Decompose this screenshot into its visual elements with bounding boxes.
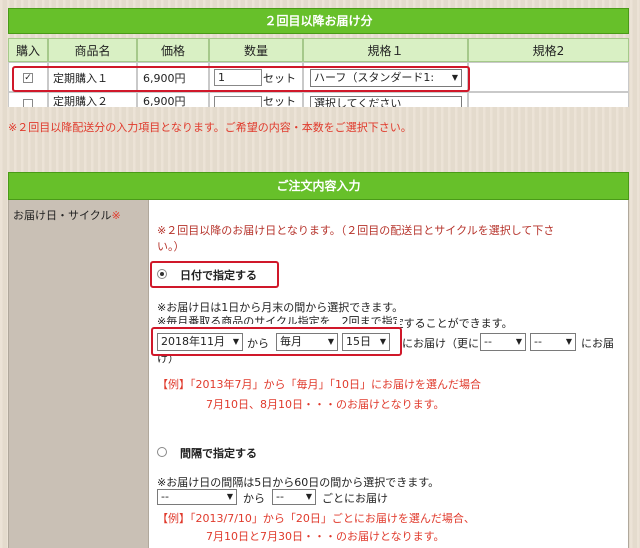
option-interval-label: 間隔で指定する (180, 447, 257, 460)
intro-line-1: ※２回目以降のお届け日となります。（２回目の配送日とサイクルを選択して下さ (157, 224, 555, 237)
chevron-down-icon: ▼ (515, 337, 522, 346)
product-price: 6,900円 (143, 95, 186, 107)
quantity-input-2[interactable] (214, 96, 262, 107)
date-note-2-tail: ※毎月番取る商品のサイクル指定を 2回まで指定することができます。 (400, 317, 513, 329)
col-header-purchase: 購入 (8, 38, 48, 62)
col-header-price: 価格 (137, 38, 209, 62)
spec1-select-2[interactable]: 選択してください (310, 96, 462, 107)
radio-interval[interactable] (157, 447, 167, 457)
extra-select-1[interactable]: -- ▼ (480, 333, 526, 351)
extra-select-2[interactable]: -- ▼ (530, 333, 576, 351)
chevron-down-icon: ▼ (565, 337, 572, 346)
col-header-product: 商品名 (48, 38, 137, 62)
date-note-2: ※毎月番取る商品のサイクル指定を 2回まで指定することができます。 (157, 315, 397, 324)
tail-text: にお届 (581, 337, 614, 350)
col-header-quantity: 数量 (209, 38, 303, 62)
quantity-unit: セット (263, 95, 296, 107)
delivery-cycle-label: お届け日・サイクル (13, 209, 112, 222)
intro-line-2: い。） (157, 240, 185, 253)
col-header-spec2: 規格2 (468, 38, 629, 62)
required-mark: ※ (111, 209, 121, 222)
interval-suffix: ごとにお届け (322, 492, 388, 505)
section-title-2nd-delivery: ２回目以降お届け分 (8, 8, 629, 34)
interval-example-2: 7月10日と7月30日・・・のお届けとなります。 (206, 530, 445, 543)
interval-days-select[interactable]: -- ▼ (272, 489, 316, 505)
wrap-text: け） (157, 355, 179, 364)
interval-start-select[interactable]: -- ▼ (157, 489, 237, 505)
interval-example-1: 【例】「2013/7/10」から「20日」ごとにお届けを選んだ場合、 (157, 512, 475, 525)
delivery-text: にお届け（更に (402, 337, 479, 350)
interval-note: ※お届け日の間隔は5日から60日の間から選択できます。 (157, 476, 440, 489)
purchase-checkbox-2[interactable] (23, 99, 33, 107)
highlight-frame-date-selects (151, 327, 402, 356)
highlight-frame-date-option (150, 261, 279, 288)
date-note-1: ※お届け日は1日から月末の間から選択できます。 (157, 301, 404, 314)
interval-from-text: から (243, 492, 265, 505)
date-example-1: 【例】「2013年7月」から「毎月」「10日」にお届けを選んだ場合 (157, 378, 481, 391)
date-example-2: 7月10日、8月10日・・・のお届けとなります。 (206, 398, 445, 411)
left-label-column: お届け日・サイクル※ (8, 200, 148, 548)
col-header-spec1: 規格１ (303, 38, 468, 62)
section1-note: ※２回目以降配送分の入力項目となります。ご希望の内容・本数をご選択下さい。 (8, 121, 412, 134)
product-name: 定期購入２ (53, 95, 108, 107)
section-title-order-input: ご注文内容入力 (8, 172, 629, 200)
chevron-down-icon: ▼ (305, 492, 312, 501)
highlight-frame-row1 (12, 66, 470, 92)
chevron-down-icon: ▼ (226, 492, 233, 501)
